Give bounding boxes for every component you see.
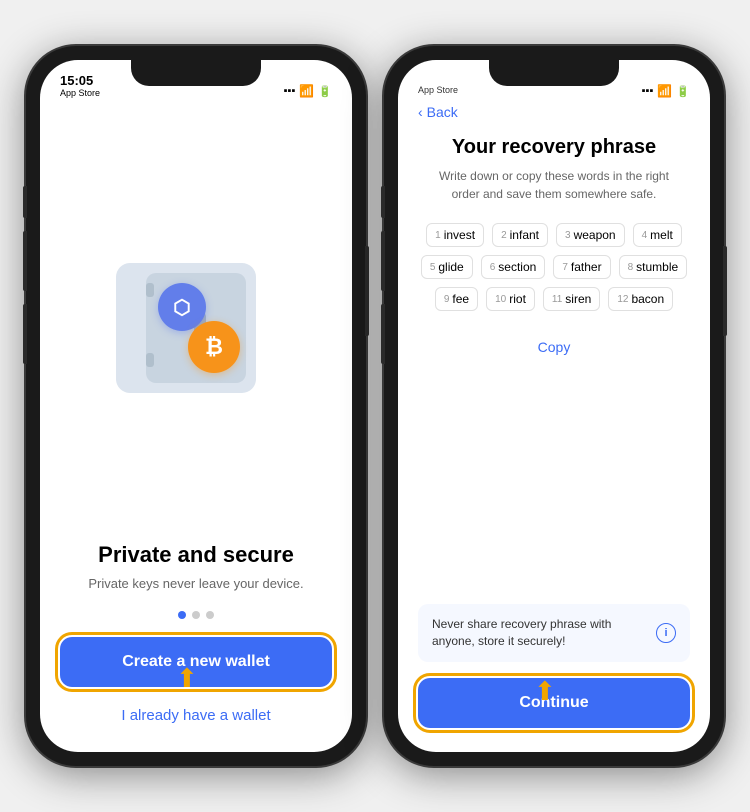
recovery-title: Your recovery phrase bbox=[418, 136, 690, 159]
warning-box: Never share recovery phrase with anyone,… bbox=[418, 604, 690, 662]
phrase-num-2: 2 bbox=[501, 230, 507, 241]
phrase-num-10: 10 bbox=[495, 294, 506, 305]
volume-down-button-2 bbox=[381, 304, 385, 364]
screen-content-1: ⬡ ₿ Private and secure Private keys neve… bbox=[40, 104, 352, 752]
phone-2: App Store ▪▪▪ 📶 🔋 ‹ Back Your recovery p… bbox=[384, 46, 724, 766]
phrase-grid: 1 invest 2 infant 3 weapon 4 melt bbox=[418, 223, 690, 311]
phrase-text-5: glide bbox=[438, 260, 463, 274]
phrase-text-2: infant bbox=[510, 228, 539, 242]
safe-hinge-top bbox=[146, 283, 154, 297]
battery-icon-2: 🔋 bbox=[676, 85, 690, 98]
phrase-num-11: 11 bbox=[552, 294, 562, 305]
phone1-subtitle: Private keys never leave your device. bbox=[88, 576, 303, 591]
phone-1: 15:05 App Store ▪▪▪ 📶 🔋 ⬡ ₿ bbox=[26, 46, 366, 766]
info-icon[interactable]: i bbox=[656, 623, 676, 643]
phrase-word-2: 2 infant bbox=[492, 223, 548, 247]
phrase-text-7: father bbox=[571, 260, 602, 274]
phone1-title: Private and secure bbox=[98, 542, 294, 568]
mute-button bbox=[23, 186, 27, 218]
safe-hinge-bottom bbox=[146, 353, 154, 367]
phrase-num-8: 8 bbox=[628, 262, 634, 273]
already-have-wallet-button[interactable]: I already have a wallet bbox=[113, 699, 278, 732]
status-icons-1: ▪▪▪ 📶 🔋 bbox=[284, 84, 332, 98]
mute-button-2 bbox=[381, 186, 385, 218]
phrase-num-9: 9 bbox=[444, 294, 450, 305]
notch-1 bbox=[131, 60, 261, 86]
illustration-area: ⬡ ₿ bbox=[106, 124, 286, 542]
phone-screen-1: 15:05 App Store ▪▪▪ 📶 🔋 ⬡ ₿ bbox=[40, 60, 352, 752]
cursor-arrow-2: ⬆ bbox=[534, 676, 556, 707]
volume-down-button bbox=[23, 304, 27, 364]
phrase-num-1: 1 bbox=[435, 230, 441, 241]
phrase-row-3: 9 fee 10 riot 11 siren 12 bacon bbox=[418, 287, 690, 311]
phrase-word-3: 3 weapon bbox=[556, 223, 625, 247]
phrase-word-12: 12 bacon bbox=[608, 287, 673, 311]
status-icons-2: ▪▪▪ 📶 🔋 bbox=[642, 84, 690, 98]
signal-icon: ▪▪▪ bbox=[284, 85, 296, 97]
volume-up-button-2 bbox=[381, 231, 385, 291]
dot-3 bbox=[206, 611, 214, 619]
power-button-2 bbox=[723, 246, 727, 336]
wifi-icon-2: 📶 bbox=[657, 84, 672, 98]
phrase-text-3: weapon bbox=[574, 228, 616, 242]
phrase-row-1: 1 invest 2 infant 3 weapon 4 melt bbox=[418, 223, 690, 247]
phrase-word-7: 7 father bbox=[553, 255, 610, 279]
recovery-screen: ‹ Back Your recovery phrase Write down o… bbox=[398, 104, 710, 752]
phrase-text-1: invest bbox=[444, 228, 475, 242]
phrase-num-12: 12 bbox=[617, 294, 628, 305]
bitcoin-coin: ₿ bbox=[188, 321, 240, 373]
status-app-2: App Store bbox=[418, 85, 458, 95]
phrase-num-3: 3 bbox=[565, 230, 571, 241]
phrase-word-11: 11 siren bbox=[543, 287, 600, 311]
cursor-arrow-1: ⬆ bbox=[176, 663, 198, 694]
phrase-word-4: 4 melt bbox=[633, 223, 682, 247]
phrase-num-7: 7 bbox=[562, 262, 568, 273]
recovery-description: Write down or copy these words in the ri… bbox=[418, 167, 690, 203]
phrase-num-6: 6 bbox=[490, 262, 496, 273]
phrase-num-4: 4 bbox=[642, 230, 648, 241]
signal-icon-2: ▪▪▪ bbox=[642, 85, 654, 97]
phrase-num-5: 5 bbox=[430, 262, 436, 273]
volume-up-button bbox=[23, 231, 27, 291]
phrase-text-6: section bbox=[498, 260, 536, 274]
phone-screen-2: App Store ▪▪▪ 📶 🔋 ‹ Back Your recovery p… bbox=[398, 60, 710, 752]
copy-button[interactable]: Copy bbox=[418, 327, 690, 367]
phrase-text-10: riot bbox=[509, 292, 526, 306]
ethereum-coin: ⬡ bbox=[158, 283, 206, 331]
phrase-word-9: 9 fee bbox=[435, 287, 478, 311]
phrase-word-5: 5 glide bbox=[421, 255, 473, 279]
status-time: 15:05 bbox=[60, 74, 100, 87]
notch-2 bbox=[489, 60, 619, 86]
power-button bbox=[365, 246, 369, 336]
page-dots bbox=[178, 611, 214, 619]
phrase-text-4: melt bbox=[650, 228, 673, 242]
back-chevron-icon: ‹ bbox=[418, 104, 423, 120]
back-button[interactable]: ‹ Back bbox=[418, 104, 690, 120]
dot-2 bbox=[192, 611, 200, 619]
battery-icon: 🔋 bbox=[318, 85, 332, 98]
phrase-word-10: 10 riot bbox=[486, 287, 535, 311]
safe-illustration: ⬡ ₿ bbox=[106, 253, 286, 413]
phrase-word-6: 6 section bbox=[481, 255, 546, 279]
warning-text: Never share recovery phrase with anyone,… bbox=[432, 616, 648, 650]
phrase-word-8: 8 stumble bbox=[619, 255, 688, 279]
phrase-text-12: bacon bbox=[631, 292, 664, 306]
dot-1 bbox=[178, 611, 186, 619]
phrase-text-11: siren bbox=[565, 292, 591, 306]
status-app-1: App Store bbox=[60, 88, 100, 98]
phrase-text-8: stumble bbox=[636, 260, 678, 274]
back-label: Back bbox=[427, 104, 458, 120]
phrase-row-2: 5 glide 6 section 7 father 8 stumble bbox=[418, 255, 690, 279]
phrase-word-1: 1 invest bbox=[426, 223, 484, 247]
wifi-icon: 📶 bbox=[299, 84, 314, 98]
phrase-text-9: fee bbox=[452, 292, 469, 306]
